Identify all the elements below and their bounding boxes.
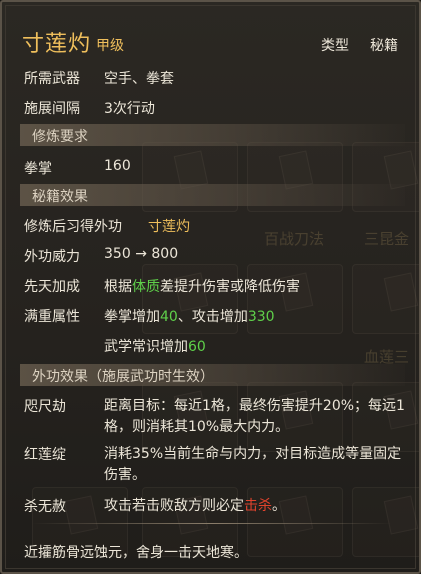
divider (32, 523, 392, 524)
innate-text: 差提升伤害或降低伤害 (160, 279, 300, 295)
power-to: 800 (151, 246, 179, 262)
power-value: 350 → 800 (104, 246, 178, 262)
section-header-cultivation: 修炼要求 (20, 124, 405, 146)
innate-bonus-value: 根据体质差提升伤害或降低伤害 (104, 276, 300, 296)
effect-name: 咫尺劫 (24, 399, 66, 415)
background-card-label: 三昆金 (364, 230, 410, 248)
learned-skill-value: 寸莲灼 (148, 219, 190, 235)
full-weight-number: 60 (188, 339, 206, 355)
background-card (352, 264, 419, 334)
item-grade: 甲级 (96, 38, 124, 54)
effect-text: 攻击若击败敌方则必定 (104, 498, 244, 514)
section-header-manual-effect: 秘籍效果 (20, 184, 405, 206)
book-icon (383, 272, 419, 312)
section-title: 修炼要求 (32, 129, 88, 145)
innate-keyword: 体质 (132, 279, 160, 295)
background-card-label: 百战刀法 (264, 230, 325, 248)
full-weight-value-line2: 武学常识增加60 (104, 336, 206, 356)
effect-description: 距离目标：每近1格，最终伤害提升20%；每远1格，则消耗其10%最大内力。 (104, 398, 405, 435)
effect-name: 红莲绽 (24, 447, 66, 463)
power-from: 350 (104, 246, 131, 262)
item-title: 寸莲灼 (22, 32, 92, 57)
power-label: 外功威力 (24, 249, 80, 265)
full-weight-label: 满重属性 (24, 309, 80, 325)
full-weight-number: 330 (247, 309, 275, 325)
innate-text: 根据 (104, 279, 132, 295)
effect-description: 攻击若击败敌方则必定击杀。 (104, 496, 410, 517)
section-title: 外功效果（施展武功时生效） (32, 369, 214, 385)
cooldown-label: 施展间隔 (24, 101, 80, 117)
learned-skill-label: 修炼后习得外功 (24, 219, 122, 235)
arrow-right-icon: → (135, 246, 147, 262)
flavor-text: 近攉筋骨远蚀元，舍身一击天地寒。 (24, 545, 248, 561)
effect-text: 。 (272, 498, 286, 514)
item-type-value: 秘籍 (370, 38, 398, 54)
section-title: 秘籍效果 (32, 189, 88, 205)
cultivation-stat-value: 160 (104, 158, 131, 174)
full-weight-value: 拳掌增加40、攻击增加330 (104, 306, 275, 326)
effect-keyword: 击杀 (244, 498, 272, 514)
weapon-requirement-label: 所需武器 (24, 71, 80, 87)
cooldown-value: 3次行动 (104, 101, 155, 117)
full-weight-number: 40 (160, 309, 178, 325)
full-weight-text: 拳掌增加 (104, 309, 160, 325)
weapon-requirement-value: 空手、拳套 (104, 71, 174, 87)
item-type-label: 类型 (321, 38, 349, 54)
effect-name: 杀无赦 (24, 499, 66, 515)
item-tooltip: 百战刀法 三昆金 血莲三 寸莲灼 甲级 类型 秘籍 所需武器 空手、拳套 施展间… (0, 0, 421, 574)
full-weight-text: 、攻击增加 (177, 309, 248, 325)
cultivation-stat-label: 拳掌 (24, 161, 52, 177)
section-header-skill-effect: 外功效果（施展武功时生效） (20, 364, 405, 386)
effect-description: 消耗35%当前生命与内力，对目标造成等量固定伤害。 (104, 446, 402, 483)
book-icon (63, 495, 99, 535)
full-weight-text: 武学常识增加 (104, 339, 188, 355)
innate-bonus-label: 先天加成 (24, 279, 80, 295)
